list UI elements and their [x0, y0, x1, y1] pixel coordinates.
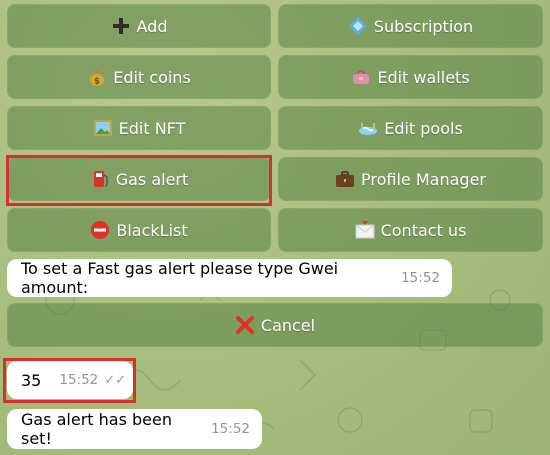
contact-us-button[interactable]: Contact us — [278, 208, 543, 252]
reply-text: 35 — [21, 370, 42, 390]
add-label: Add — [136, 16, 168, 36]
plus-icon — [111, 16, 131, 36]
contact-us-label: Contact us — [380, 220, 467, 240]
double-check-icon: ✓✓ — [104, 372, 127, 388]
fuel-pump-icon — [90, 169, 110, 189]
subscription-label: Subscription — [373, 16, 474, 36]
purse-icon — [351, 67, 371, 87]
money-bag-icon: $ — [87, 67, 107, 87]
cross-icon — [235, 315, 255, 335]
edit-pools-button[interactable]: Edit pools — [278, 106, 543, 150]
edit-nft-button[interactable]: Edit NFT — [7, 106, 271, 150]
diamond-icon — [348, 16, 368, 36]
gas-alert-button[interactable]: Gas alert — [7, 157, 271, 201]
pool-icon — [358, 118, 378, 138]
edit-coins-label: Edit coins — [113, 67, 191, 87]
confirmation-text: Gas alert has been set! — [21, 410, 173, 448]
user-reply-message: 35 15:52 ✓✓ — [7, 361, 133, 399]
cancel-label: Cancel — [260, 315, 316, 335]
stop-icon — [90, 220, 110, 240]
picture-icon — [93, 118, 113, 138]
cancel-button[interactable]: Cancel — [7, 303, 543, 347]
profile-manager-label: Profile Manager — [361, 169, 486, 189]
edit-wallets-button[interactable]: Edit wallets — [278, 55, 543, 99]
edit-pools-label: Edit pools — [384, 118, 463, 138]
bot-confirmation-message: Gas alert has been set! 15:52 — [7, 409, 262, 449]
profile-manager-button[interactable]: Profile Manager — [278, 157, 543, 201]
svg-text:$: $ — [94, 77, 100, 87]
bot-prompt-message: To set a Fast gas alert please type Gwei… — [7, 259, 452, 297]
edit-coins-button[interactable]: $ Edit coins — [7, 55, 271, 99]
blacklist-label: BlackList — [116, 220, 188, 240]
briefcase-icon — [335, 169, 355, 189]
subscription-button[interactable]: Subscription — [278, 4, 543, 48]
add-button[interactable]: Add — [7, 4, 271, 48]
edit-nft-label: Edit NFT — [118, 118, 186, 138]
blacklist-button[interactable]: BlackList — [7, 208, 271, 252]
edit-wallets-label: Edit wallets — [377, 67, 470, 87]
message-time: 15:52 — [59, 372, 99, 388]
prompt-text: To set a Fast gas alert please type Gwei… — [21, 259, 339, 297]
gas-alert-label: Gas alert — [115, 169, 189, 189]
envelope-icon — [355, 220, 375, 240]
message-time: 15:52 — [211, 421, 250, 437]
message-time: 15:52 — [401, 270, 440, 286]
